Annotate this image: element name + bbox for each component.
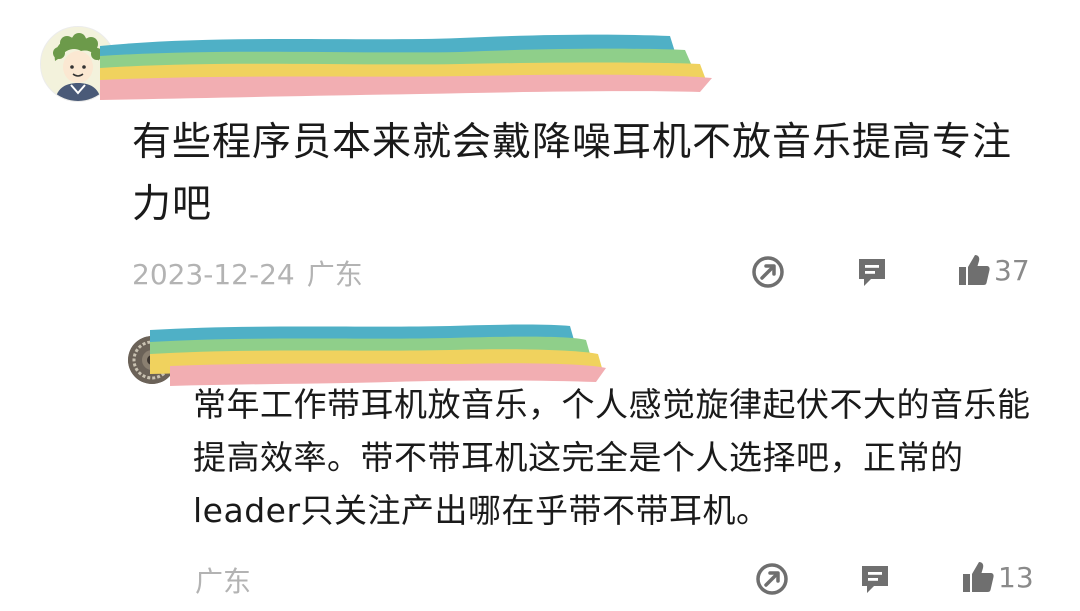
comment-date: 2023-12-24 bbox=[132, 258, 295, 291]
comment-meta: 2023-12-24 广东 bbox=[132, 253, 363, 293]
reply-like-button[interactable]: 13 bbox=[960, 559, 1034, 595]
username-redaction bbox=[100, 26, 720, 104]
like-button[interactable]: 37 bbox=[956, 252, 1030, 288]
share-icon bbox=[752, 256, 784, 288]
reply-meta: 广东 bbox=[195, 560, 251, 600]
reply-icon bbox=[862, 566, 888, 593]
share-button[interactable] bbox=[748, 252, 788, 292]
reply-icon bbox=[859, 259, 885, 286]
reply-like-count: 13 bbox=[998, 560, 1034, 594]
thumbs-up-icon bbox=[959, 255, 990, 285]
reply-button[interactable] bbox=[852, 252, 892, 292]
like-count: 37 bbox=[994, 253, 1030, 287]
share-icon bbox=[756, 563, 788, 595]
thumbs-up-icon bbox=[963, 562, 994, 592]
comment-region: 广东 bbox=[306, 258, 363, 291]
reply-text: 常年工作带耳机放音乐，个人感觉旋律起伏不大的音乐能提高效率。带不带耳机这完全是个… bbox=[193, 385, 1031, 530]
reply-share-button[interactable] bbox=[752, 559, 792, 599]
comment-text: 有些程序员本来就会戴降噪耳机不放音乐提高专注力吧 bbox=[132, 120, 1013, 227]
reply-region: 广东 bbox=[195, 565, 252, 598]
reply-reply-button[interactable] bbox=[855, 559, 895, 599]
